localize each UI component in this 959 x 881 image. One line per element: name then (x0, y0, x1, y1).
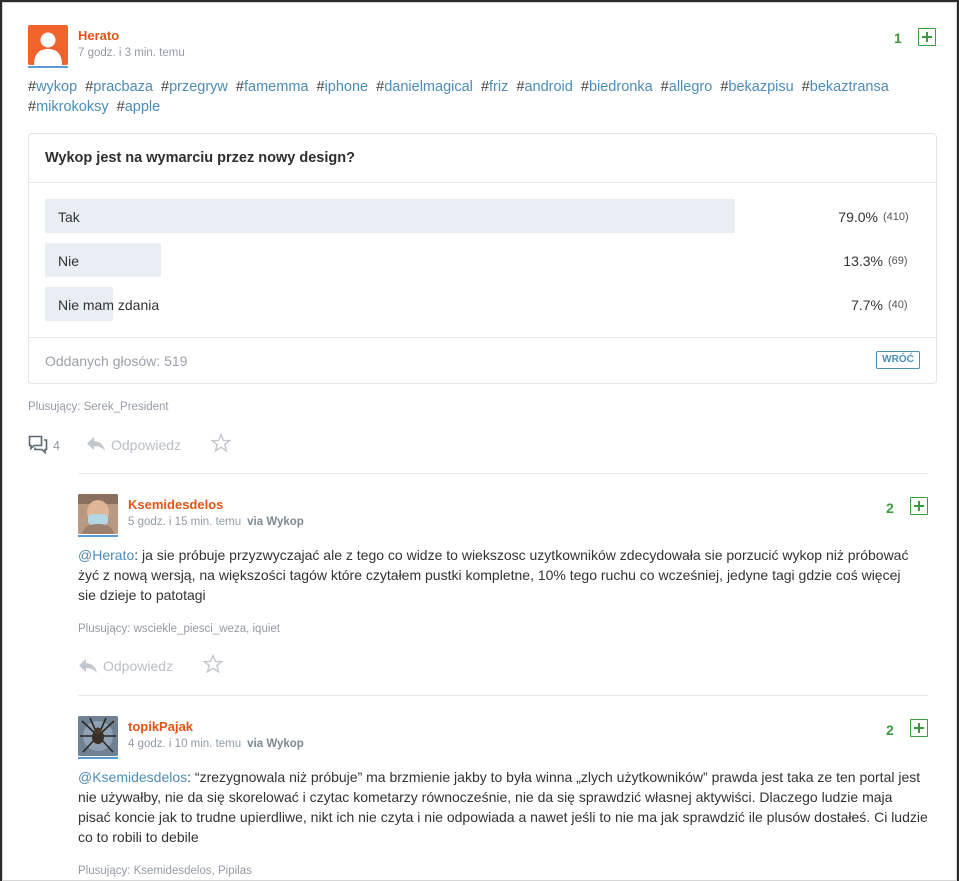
hashtag[interactable]: #friz (481, 79, 508, 95)
star-icon[interactable] (202, 653, 224, 679)
divider (29, 337, 936, 338)
poll-option-label[interactable]: Nie (58, 253, 79, 269)
reply-button[interactable]: Odpowiedz (111, 437, 181, 453)
divider (29, 182, 936, 183)
poll-option-label[interactable]: Tak (58, 209, 80, 225)
post-vote-count: 1 (894, 30, 902, 46)
post-plusers[interactable]: Plusujący: Serek_President (28, 401, 169, 413)
poll-option-count: (69) (888, 255, 908, 267)
hashtag[interactable]: #android (516, 79, 572, 95)
poll-total-votes: Oddanych głosów: 519 (45, 353, 188, 369)
comments-icon[interactable] (28, 435, 48, 460)
poll-back-button[interactable]: WRÓĆ (876, 351, 920, 369)
avatar-underline (78, 535, 118, 537)
hashtag[interactable]: #famemma (236, 79, 309, 95)
post-time[interactable]: 7 godz. i 3 min. temu (78, 47, 185, 59)
comment-body: @Ksemidesdelos: “zrezygnowala niż próbuj… (78, 767, 928, 847)
hashtag[interactable]: #bekaztransa (802, 79, 889, 95)
post-author[interactable]: Herato (78, 28, 119, 43)
avatar-underline (28, 66, 68, 68)
comment-count[interactable]: 4 (53, 439, 60, 453)
comment-time[interactable]: 5 godz. i 15 min. temu (128, 516, 241, 528)
comment-vote-count: 2 (886, 500, 894, 516)
hashtag[interactable]: #apple (117, 99, 161, 115)
comment-text: : “zrezygnowala niż próbuje” ma brzmieni… (78, 769, 928, 845)
hashtag[interactable]: #mikrokoksy (28, 99, 109, 115)
star-icon[interactable] (210, 432, 232, 458)
hashtag[interactable]: #allegro (661, 79, 713, 95)
comment-plus-button[interactable] (910, 497, 928, 515)
user-placeholder-icon (34, 32, 62, 65)
comment-meta: 5 godz. i 15 min. temu via Wykop (128, 516, 304, 528)
avatar-underline (78, 757, 118, 759)
comment-author[interactable]: topikPajak (128, 719, 193, 734)
hashtag[interactable]: #wykop (28, 79, 77, 95)
comment-plusers[interactable]: Plusujący: Ksemidesdelos, Pipilas (78, 865, 252, 877)
comment-plus-button[interactable] (910, 719, 928, 737)
post-plus-button[interactable] (918, 28, 936, 46)
poll-option-label[interactable]: Nie mam zdania (58, 297, 159, 313)
comment-body: @Herato: ja sie próbuje przyzwyczajać al… (78, 545, 918, 605)
poll-option-percent: 79.0% (838, 209, 878, 225)
avatar[interactable] (28, 25, 68, 65)
comment-time[interactable]: 4 godz. i 10 min. temu (128, 738, 241, 750)
entry-container: Herato 7 godz. i 3 min. temu 1 #wykop #p… (2, 2, 957, 881)
divider (78, 695, 928, 696)
via-source[interactable]: via Wykop (247, 738, 304, 750)
poll-option-count: (410) (883, 211, 909, 223)
reply-icon[interactable] (86, 435, 106, 458)
poll-question: Wykop jest na wymarciu przez nowy design… (45, 150, 355, 166)
divider (78, 473, 928, 474)
hashtag[interactable]: #przegryw (161, 79, 228, 95)
comment-meta: 4 godz. i 10 min. temu via Wykop (128, 738, 304, 750)
via-source[interactable]: via Wykop (247, 516, 304, 528)
hashtag[interactable]: #bekazpisu (720, 79, 793, 95)
comment-author[interactable]: Ksemidesdelos (128, 497, 223, 512)
poll-option-count: (40) (888, 299, 908, 311)
tag-list: #wykop #pracbaza #przegryw #famemma #iph… (28, 77, 908, 117)
user-photo (78, 494, 118, 534)
hashtag[interactable]: #biedronka (581, 79, 653, 95)
hashtag[interactable]: #iphone (317, 79, 369, 95)
avatar[interactable] (78, 716, 118, 756)
comment-text: : ja sie próbuje przyzwyczajać ale z teg… (78, 547, 909, 603)
hashtag[interactable]: #danielmagical (376, 79, 473, 95)
comment-vote-count: 2 (886, 722, 894, 738)
comment-plusers[interactable]: Plusujący: wsciekle_piesci_weza, iquiet (78, 623, 280, 635)
poll: Wykop jest na wymarciu przez nowy design… (28, 133, 937, 384)
poll-option-percent: 7.7% (851, 297, 883, 313)
user-mention[interactable]: @Herato (78, 547, 134, 563)
avatar[interactable] (78, 494, 118, 534)
user-mention[interactable]: @Ksemidesdelos (78, 769, 187, 785)
reply-button[interactable]: Odpowiedz (103, 658, 173, 674)
user-photo (78, 716, 118, 756)
hashtag[interactable]: #pracbaza (85, 79, 153, 95)
reply-icon[interactable] (78, 657, 98, 680)
poll-option-percent: 13.3% (843, 253, 883, 269)
poll-bar-option-1 (45, 199, 735, 233)
